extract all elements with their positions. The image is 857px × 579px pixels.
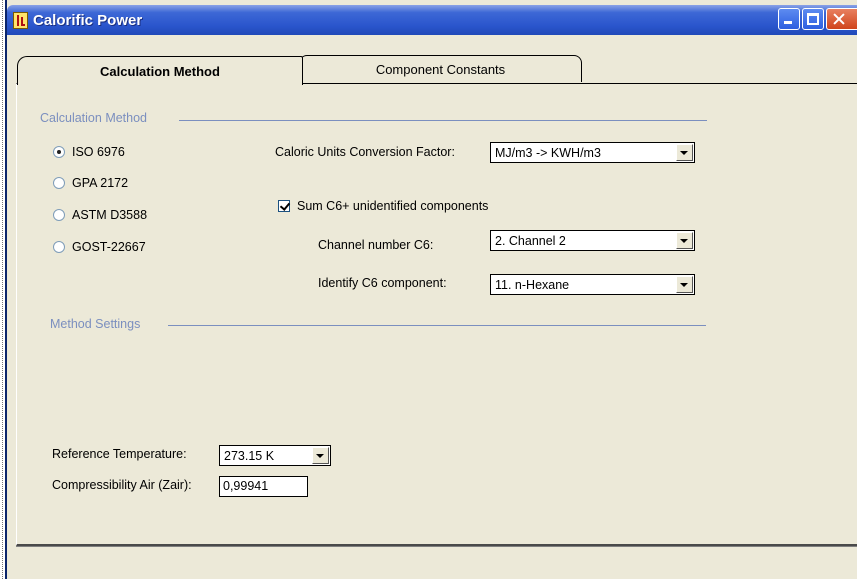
maximize-button[interactable]	[802, 8, 824, 30]
tab-panel	[16, 83, 857, 546]
tab-label: Component Constants	[375, 61, 506, 77]
left-window-edge	[0, 0, 7, 579]
app-icon[interactable]	[13, 12, 28, 29]
tab-label: Calculation Method	[100, 63, 220, 79]
close-button[interactable]	[826, 8, 857, 30]
tab-calculation-method[interactable]: Calculation Method	[17, 56, 303, 85]
tab-component-constants[interactable]: Component Constants	[299, 55, 582, 82]
minimize-button[interactable]	[778, 8, 800, 30]
window-title: Calorific Power	[33, 12, 143, 29]
